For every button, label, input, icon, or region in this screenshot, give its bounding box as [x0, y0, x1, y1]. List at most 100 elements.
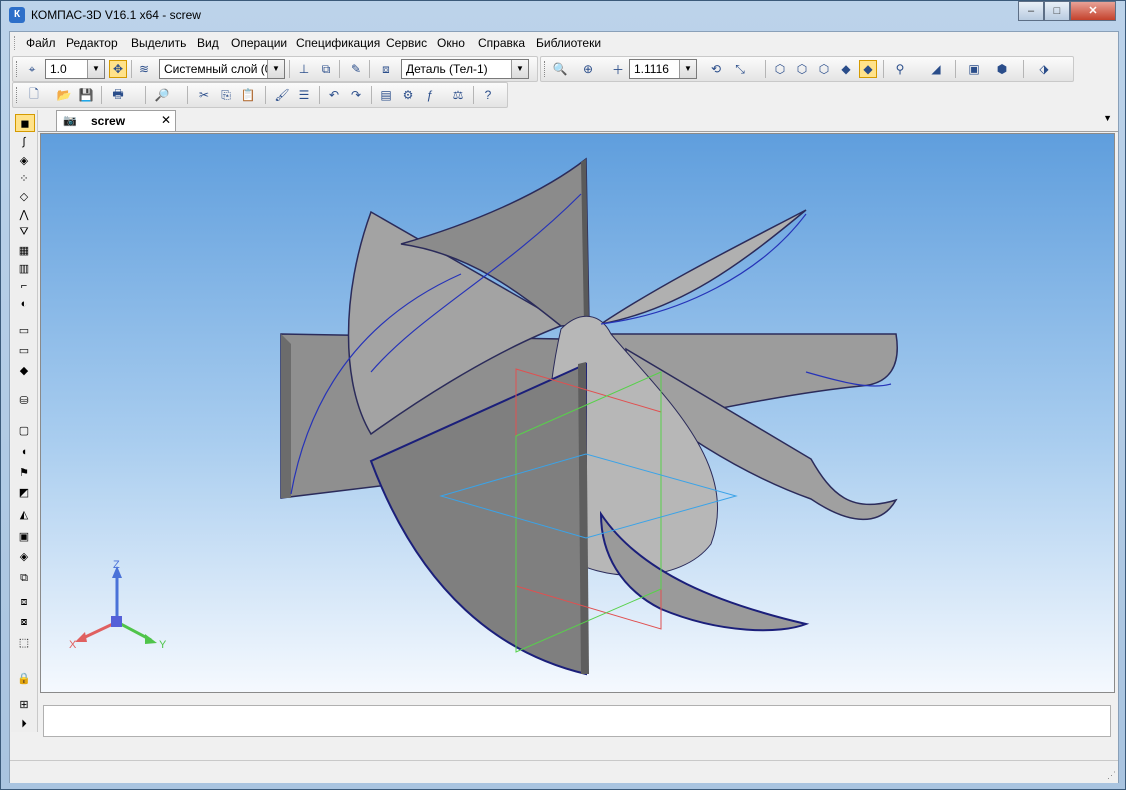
properties-list-icon[interactable]: ☰ — [295, 86, 313, 104]
shaded-edges-icon[interactable]: ◆ — [859, 60, 877, 78]
zoom-window-icon[interactable]: 🔍 — [551, 60, 569, 78]
step-icon[interactable]: ⌖ — [23, 60, 41, 78]
curves-icon[interactable]: ∫ — [15, 134, 33, 150]
menu-service[interactable]: Сервис — [386, 36, 427, 50]
aux-geometry-icon[interactable]: ◇ — [15, 188, 33, 204]
sketch-icon[interactable]: ⋀ — [15, 206, 33, 222]
menu-libraries[interactable]: Библиотеки — [536, 36, 601, 50]
tab-screw[interactable]: 📷 screw ✕ — [56, 110, 176, 131]
local-cs-icon[interactable]: ⊥ — [295, 60, 313, 78]
chamfer-icon[interactable]: ◭ — [15, 506, 33, 522]
component-icon[interactable]: ⊞ — [15, 696, 33, 712]
paste-icon[interactable]: 📋 — [239, 86, 257, 104]
material-icon[interactable]: ⬢ — [993, 60, 1011, 78]
minimize-button[interactable]: – — [1018, 1, 1044, 21]
step-combo[interactable]: 1.0 ▼ — [45, 59, 105, 79]
layers-icon[interactable]: ≋ — [135, 60, 153, 78]
fillet-icon[interactable]: ◖ — [15, 444, 33, 460]
redo-icon[interactable]: ↷ — [347, 86, 365, 104]
measure-icon[interactable]: ⚖ — [449, 86, 467, 104]
format-brush-icon[interactable]: 🖌 — [273, 86, 291, 104]
cube-icon[interactable]: ▣ — [965, 60, 983, 78]
print-icon[interactable]: 🖶 — [109, 86, 127, 104]
toolbar-grip[interactable] — [16, 61, 20, 77]
rib-icon[interactable]: ◩ — [15, 484, 33, 500]
compact-panel-icon[interactable]: ◼ — [15, 114, 35, 132]
preview-icon[interactable]: 🔎 — [153, 86, 171, 104]
save-icon[interactable]: 💾 — [77, 86, 95, 104]
tab-list-chevron-icon[interactable]: ▼ — [1103, 113, 1112, 123]
menu-select[interactable]: Выделить — [131, 36, 186, 50]
loft-icon[interactable]: ◆ — [15, 362, 33, 378]
wireframe-icon[interactable]: ⬡ — [771, 60, 789, 78]
chevron-down-icon[interactable]: ▼ — [267, 60, 284, 78]
diagnostic-icon[interactable]: ⛛ — [15, 224, 33, 240]
sheet-metal-icon[interactable]: ◐ — [15, 296, 33, 312]
split-icon[interactable]: ⧇ — [15, 614, 33, 630]
close-tab-icon[interactable]: ✕ — [161, 113, 171, 127]
open-folder-icon[interactable]: 📂 — [55, 86, 73, 104]
menu-file[interactable]: Файл — [26, 36, 56, 50]
copy-body-icon[interactable]: ⧈ — [15, 594, 33, 610]
cut-extrude-icon[interactable]: ▣ — [15, 528, 33, 544]
new-document-icon[interactable]: 🗋 — [25, 86, 43, 104]
chevron-down-icon[interactable]: ▼ — [511, 60, 528, 78]
report-icon[interactable]: ▥ — [15, 260, 33, 276]
impeller-model[interactable] — [41, 134, 1115, 693]
maximize-button[interactable]: □ — [1044, 1, 1070, 21]
filter-icon[interactable]: ⚲ — [891, 60, 909, 78]
detail-combo[interactable]: Деталь (Тел-1) ▼ — [401, 59, 529, 79]
kompas-app-icon[interactable]: К — [9, 7, 25, 23]
model-viewport[interactable]: Z X Y — [40, 133, 1115, 693]
section-icon[interactable]: ◢ — [927, 60, 945, 78]
zoom-combo[interactable]: 1.1116 ▼ — [629, 59, 697, 79]
bodies-icon[interactable]: ⧈ — [377, 60, 395, 78]
extrude-icon[interactable]: ▭ — [15, 322, 33, 338]
layer-combo[interactable]: Системный слой (0) ▼ — [159, 59, 285, 79]
command-line[interactable] — [43, 705, 1111, 737]
lock-icon[interactable]: 🔒 — [15, 670, 33, 686]
rotate-icon[interactable]: ⟲ — [707, 60, 725, 78]
cut-icon[interactable]: ✂ — [195, 86, 213, 104]
chevron-down-icon[interactable]: ▼ — [679, 60, 696, 78]
toolbar-grip[interactable] — [16, 87, 20, 103]
library-icon[interactable]: ⚙ — [399, 86, 417, 104]
help-cursor-icon[interactable]: ? — [479, 86, 497, 104]
menu-operations[interactable]: Операции — [231, 36, 287, 50]
spec-icon[interactable]: ▦ — [15, 242, 33, 258]
orientation-icon[interactable]: ⧉ — [317, 60, 335, 78]
close-button[interactable]: ✕ — [1070, 1, 1116, 21]
menu-window[interactable]: Окно — [437, 36, 465, 50]
draft-icon[interactable]: ◈ — [15, 548, 33, 564]
menu-specification[interactable]: Спецификация — [296, 36, 380, 50]
title-bar[interactable]: К КОМПАС-3D V16.1 x64 - screw – □ ✕ — [1, 1, 1125, 31]
shaded-icon[interactable]: ◆ — [837, 60, 855, 78]
resize-grip-icon[interactable]: ⋰ — [1107, 770, 1116, 781]
variables-fx-icon[interactable]: ƒ — [421, 86, 439, 104]
scale-icon[interactable]: ⬚ — [15, 634, 33, 650]
dimensions-icon[interactable]: ⌐ — [15, 278, 33, 294]
orientation-axes-icon[interactable]: ⤡ — [731, 60, 749, 78]
copy-icon[interactable]: ⎘ — [217, 86, 235, 104]
zoom-in-icon[interactable]: ＋ — [609, 60, 627, 78]
boolean-icon[interactable]: ⛁ — [15, 392, 33, 408]
hidden-lines-icon[interactable]: ⬡ — [793, 60, 811, 78]
arrays-icon[interactable]: ⁘ — [15, 170, 33, 186]
mirror-icon[interactable]: ⧉ — [15, 570, 33, 586]
shell-icon[interactable]: ▢ — [15, 422, 33, 438]
perspective-icon[interactable]: ⬗ — [1035, 60, 1053, 78]
zoom-all-icon[interactable]: ⊕ — [579, 60, 597, 78]
properties-icon[interactable]: ✎ — [347, 60, 365, 78]
snap-toggle-icon[interactable]: ✥ — [109, 60, 127, 78]
chevron-down-icon[interactable]: ▼ — [87, 60, 104, 78]
undo-icon[interactable]: ↶ — [325, 86, 343, 104]
toolbar-grip[interactable] — [544, 61, 548, 77]
revolve-icon[interactable]: ▭ — [15, 342, 33, 358]
thin-lines-icon[interactable]: ⬡ — [815, 60, 833, 78]
hole-icon[interactable]: ⚑ — [15, 464, 33, 480]
manager-icon[interactable]: ▤ — [377, 86, 395, 104]
expand-panel-icon[interactable]: ⏵ — [15, 716, 33, 732]
menubar-grip[interactable] — [14, 36, 18, 50]
menu-editor[interactable]: Редактор — [66, 36, 118, 50]
menu-view[interactable]: Вид — [197, 36, 219, 50]
